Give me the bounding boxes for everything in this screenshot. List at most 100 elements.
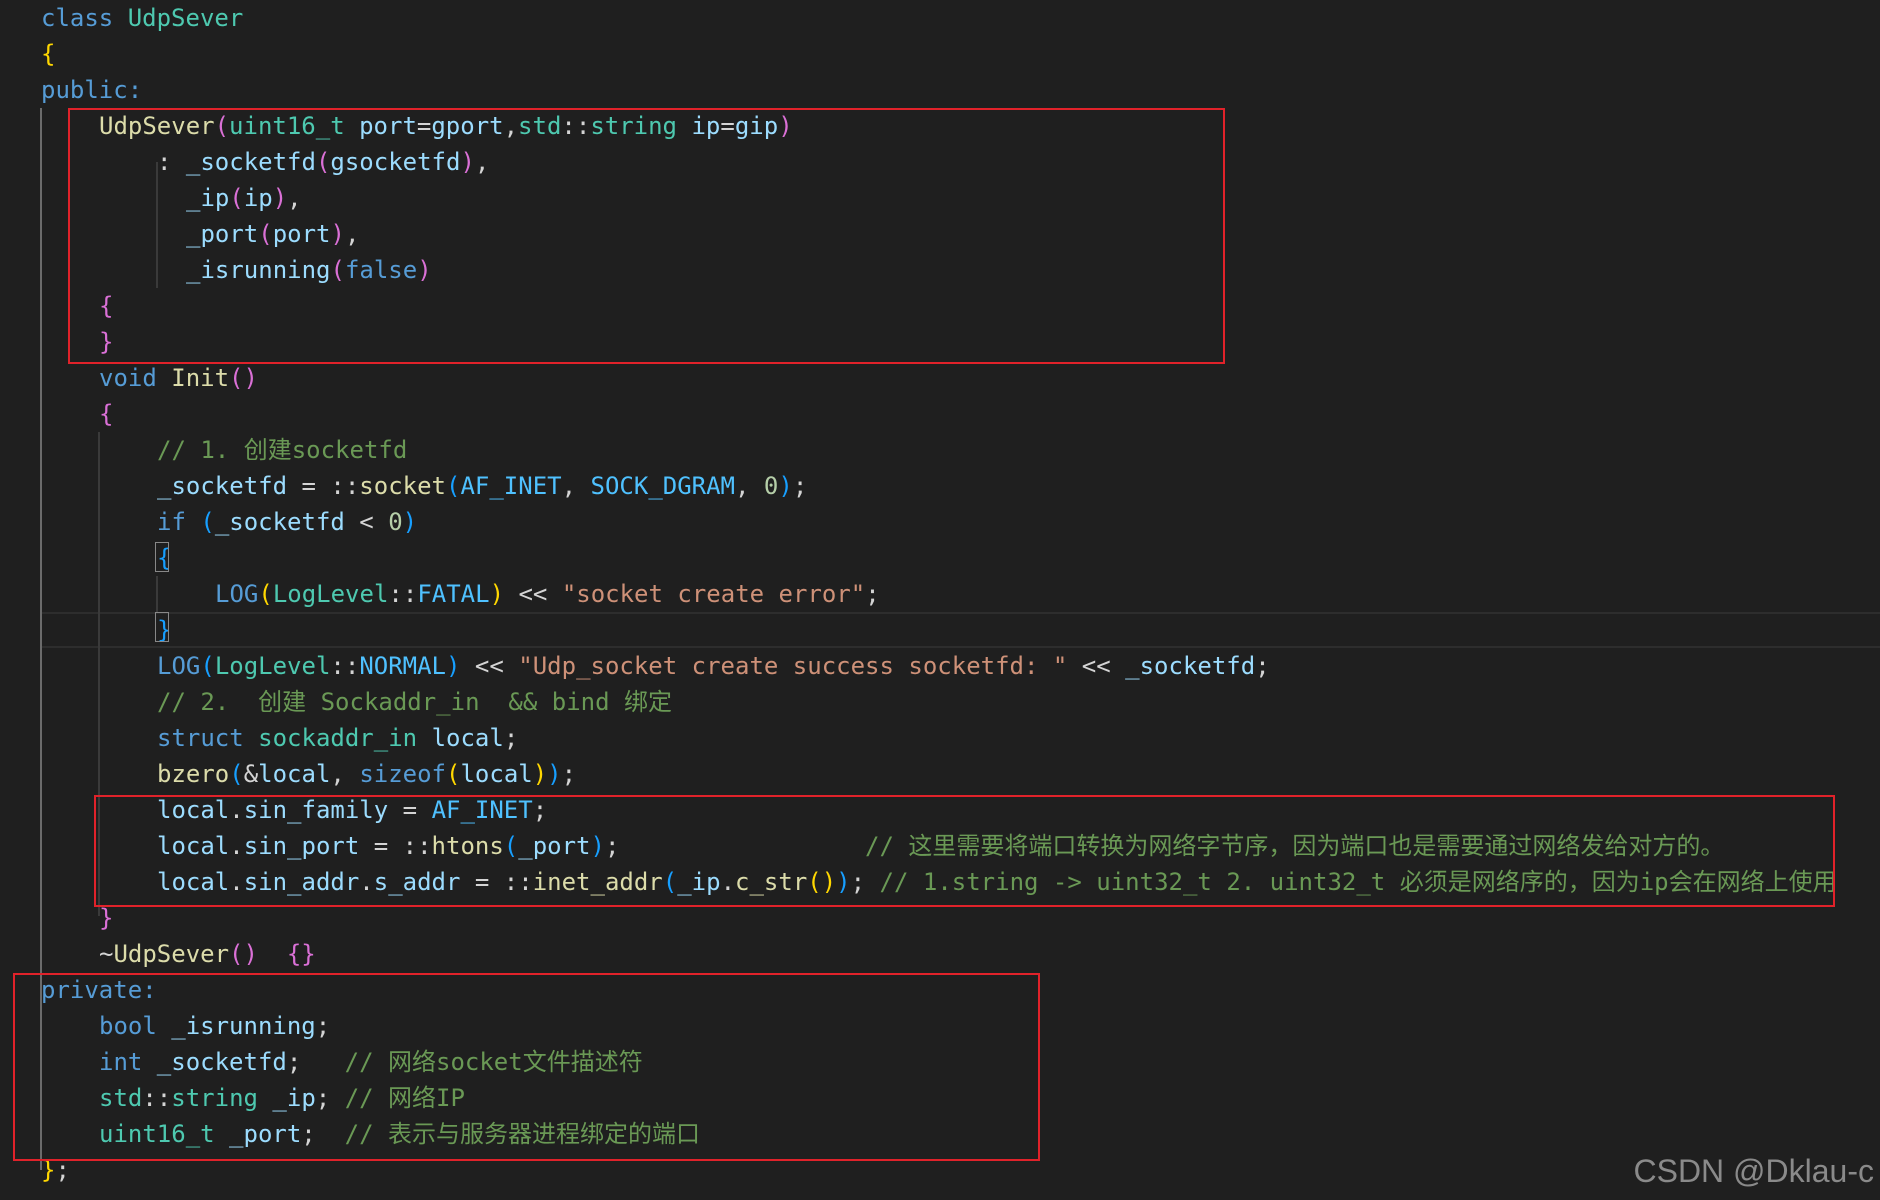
code-line: LOG(LogLevel::FATAL) << "socket create e…: [215, 576, 880, 612]
code-line: UdpSever(uint16_t port=gport,std::string…: [99, 108, 793, 144]
code-line: // 1. 创建socketfd: [157, 432, 407, 468]
code-token: _port: [186, 220, 259, 248]
code-token: ;: [315, 1012, 331, 1040]
code-token: // 1.string -> uint32_t 2. uint32_t 必须是网…: [879, 868, 1837, 896]
code-token: =: [720, 112, 735, 140]
code-token: }: [99, 328, 114, 356]
code-token: ): [778, 112, 793, 140]
code-token: ): [836, 868, 851, 896]
code-token: uint16_t: [99, 1120, 215, 1148]
code-token: ~: [99, 940, 114, 968]
code-token: .: [359, 868, 374, 896]
code-token: ): [330, 220, 345, 248]
code-token: .: [229, 832, 244, 860]
code-token: _isrunning: [171, 1012, 316, 1040]
code-token: ip: [243, 184, 273, 212]
code-token: }: [41, 1156, 56, 1184]
code-token: =: [388, 796, 432, 824]
code-token: local: [431, 724, 504, 752]
code-token: inet_addr: [532, 868, 663, 896]
code-line: local.sin_port = ::htons(_port); // 这里需要…: [157, 828, 1724, 864]
code-token: ::: [142, 1084, 172, 1112]
code-token: LogLevel: [272, 580, 389, 608]
code-line: class UdpSever: [41, 0, 243, 36]
code-token: ;: [315, 1084, 331, 1112]
code-token: public:: [41, 76, 143, 104]
code-token: _port: [518, 832, 591, 860]
code-token: (: [503, 832, 519, 860]
code-token: {: [41, 40, 56, 68]
code-token: {: [99, 292, 114, 320]
code-token: ::: [561, 112, 591, 140]
code-token: <: [344, 508, 389, 536]
code-line: void Init(): [99, 360, 258, 396]
code-token: &: [243, 760, 259, 788]
code-token: (: [200, 508, 215, 536]
code-token: {}: [286, 940, 316, 968]
code-token: ): [532, 760, 548, 788]
code-token: sizeof: [359, 760, 447, 788]
code-token: bzero: [157, 760, 230, 788]
code-token: :: [157, 148, 186, 176]
code-token: }: [99, 904, 114, 932]
code-token: std: [99, 1084, 143, 1112]
code-token: // 2. 创建 Sockaddr_in && bind 绑定: [157, 688, 673, 716]
code-token: struct: [157, 724, 259, 752]
code-token: _ip: [186, 184, 230, 212]
code-line: {: [99, 288, 113, 324]
code-token: // 网络IP: [344, 1084, 465, 1112]
code-token: (: [315, 148, 331, 176]
code-token: ;: [55, 1156, 70, 1184]
code-line: };: [41, 1152, 70, 1188]
code-token: (: [446, 472, 461, 500]
code-token: NORMAL: [359, 652, 447, 680]
code-token: sin_family: [243, 796, 389, 824]
code-token: uint16_t: [229, 112, 345, 140]
current-line-highlight: [40, 612, 1880, 648]
code-token: LOG: [215, 580, 259, 608]
code-token: ;: [301, 1120, 316, 1148]
code-token: (): [229, 364, 258, 392]
code-token: = ::: [359, 832, 432, 860]
code-token: "Udp_socket create success socketfd: ": [518, 652, 1068, 680]
code-line: // 2. 创建 Sockaddr_in && bind 绑定: [157, 684, 672, 720]
code-token: if: [157, 508, 201, 536]
code-token: ;: [865, 580, 880, 608]
code-line: int _socketfd; // 网络socket文件描述符: [99, 1044, 643, 1080]
code-token: sin_addr: [243, 868, 360, 896]
code-token: port: [272, 220, 331, 248]
code-token: AF_INET: [460, 472, 562, 500]
code-token: UdpSever: [127, 4, 244, 32]
code-editor[interactable]: class UdpSever { public: UdpSever ( uint16_t …: [0, 0, 1880, 1200]
code-token: sin_port: [243, 832, 360, 860]
code-token: (: [330, 256, 345, 284]
code-token: LogLevel: [214, 652, 331, 680]
code-line: uint16_t _port; // 表示与服务器进程绑定的端口: [99, 1116, 700, 1152]
code-token: port: [359, 112, 417, 140]
code-token: "socket create error": [561, 580, 866, 608]
code-token: local: [157, 868, 230, 896]
code-token: ,: [287, 184, 302, 212]
code-token: htons: [431, 832, 504, 860]
code-token: (: [446, 760, 461, 788]
code-token: (: [214, 112, 230, 140]
code-token: string: [590, 112, 678, 140]
indent-guide: [156, 162, 158, 288]
code-token: .: [720, 868, 736, 896]
code-token: SOCK_DGRAM: [590, 472, 736, 500]
code-line: if (_socketfd < 0): [157, 504, 417, 540]
code-token: ;: [604, 832, 620, 860]
code-token: ,: [474, 148, 490, 176]
code-token: (: [258, 580, 273, 608]
code-token: string: [171, 1084, 258, 1112]
code-token: // 表示与服务器进程绑定的端口: [344, 1120, 701, 1148]
code-token: local: [460, 760, 533, 788]
code-token: s_addr: [373, 868, 461, 896]
code-token: std: [518, 112, 562, 140]
